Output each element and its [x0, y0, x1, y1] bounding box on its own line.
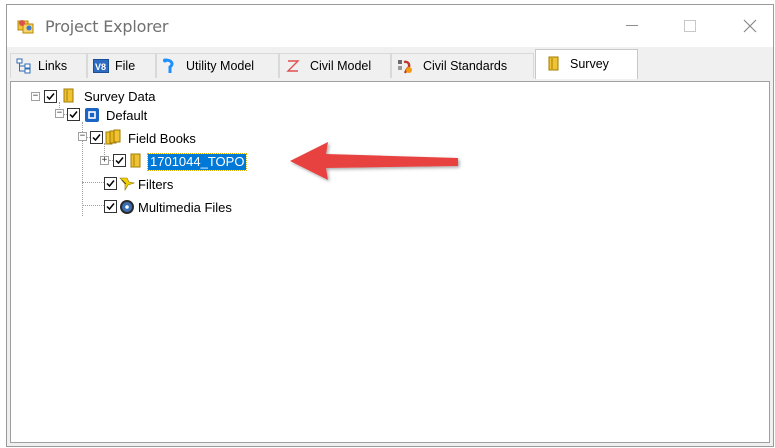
- tab-civil-standards[interactable]: Civil Standards: [391, 53, 534, 78]
- tree-node-label: Multimedia Files: [138, 200, 232, 215]
- field-book-icon: [130, 153, 141, 168]
- checkmark-icon: [106, 180, 115, 188]
- expand-icon[interactable]: +: [100, 156, 109, 165]
- annotation-arrow: [290, 142, 458, 180]
- tree-node-label: Filters: [138, 177, 174, 192]
- tab-utility-model-label: Utility Model: [186, 59, 255, 73]
- survey-data-checkbox[interactable]: [44, 90, 57, 103]
- filter-icon: [119, 177, 135, 192]
- minimize-icon: [626, 25, 638, 27]
- default-checkbox[interactable]: [67, 108, 80, 121]
- collapse-icon[interactable]: −: [55, 109, 64, 118]
- tab-survey[interactable]: Survey: [535, 49, 638, 79]
- tree-node-label: Default: [106, 108, 148, 123]
- checkmark-icon: [115, 157, 124, 165]
- svg-text:V8: V8: [95, 62, 106, 72]
- tree-node-survey-data[interactable]: − Survey Data: [11, 87, 231, 107]
- multimedia-files-checkbox[interactable]: [104, 200, 117, 213]
- default-project-icon: [85, 108, 99, 122]
- project-explorer-app-icon: [17, 20, 34, 34]
- tab-file[interactable]: V8 File: [87, 53, 156, 78]
- tree-node-multimedia-files[interactable]: Multimedia Files: [11, 200, 271, 221]
- civil-model-icon: [286, 60, 300, 72]
- close-icon: [743, 19, 757, 33]
- tree-node-1701044-topo[interactable]: + 1701044_TOPO: [11, 153, 311, 175]
- project-explorer-window: Project Explorer Links V8 File Utility M…: [6, 4, 774, 447]
- tree-node-field-books[interactable]: − Field Books: [11, 129, 251, 152]
- multimedia-icon: [120, 200, 134, 214]
- maximize-icon: [684, 19, 696, 32]
- civil-standards-icon: [398, 60, 412, 74]
- collapse-icon[interactable]: −: [31, 92, 40, 101]
- utility-model-icon: [163, 58, 174, 73]
- tree-node-label: Field Books: [128, 131, 196, 146]
- tab-links[interactable]: Links: [10, 53, 87, 78]
- maximize-button[interactable]: [667, 5, 713, 47]
- tree-node-filters[interactable]: Filters: [11, 177, 231, 198]
- field-books-icon: [105, 129, 121, 145]
- tab-utility-model[interactable]: Utility Model: [156, 53, 279, 78]
- checkmark-icon: [46, 93, 55, 101]
- file-icon: V8: [93, 59, 109, 73]
- tab-file-label: File: [115, 59, 136, 73]
- tab-strip: Links V8 File Utility Model Civil Model: [7, 47, 773, 79]
- tab-civil-model-label: Civil Model: [310, 59, 372, 73]
- tab-links-label: Links: [38, 59, 68, 73]
- tree-node-label-selected: 1701044_TOPO: [146, 153, 248, 171]
- 1701044-topo-checkbox[interactable]: [113, 154, 126, 167]
- checkmark-icon: [106, 203, 115, 211]
- survey-data-icon: [63, 88, 74, 103]
- minimize-button[interactable]: [609, 5, 655, 47]
- checkmark-icon: [92, 134, 101, 142]
- tab-civil-model[interactable]: Civil Model: [279, 53, 391, 78]
- tab-civil-standards-label: Civil Standards: [423, 59, 508, 73]
- window-title: Project Explorer: [45, 17, 169, 36]
- tree-node-default[interactable]: − Default: [11, 108, 231, 129]
- links-icon: [16, 58, 31, 74]
- collapse-icon[interactable]: −: [78, 132, 87, 141]
- tree-node-label: Survey Data: [84, 89, 156, 104]
- survey-icon: [548, 56, 559, 71]
- field-books-checkbox[interactable]: [90, 131, 103, 144]
- tab-survey-label: Survey: [570, 57, 609, 71]
- close-button[interactable]: [727, 5, 773, 47]
- title-bar[interactable]: Project Explorer: [7, 5, 773, 47]
- checkmark-icon: [69, 111, 78, 119]
- filters-checkbox[interactable]: [104, 177, 117, 190]
